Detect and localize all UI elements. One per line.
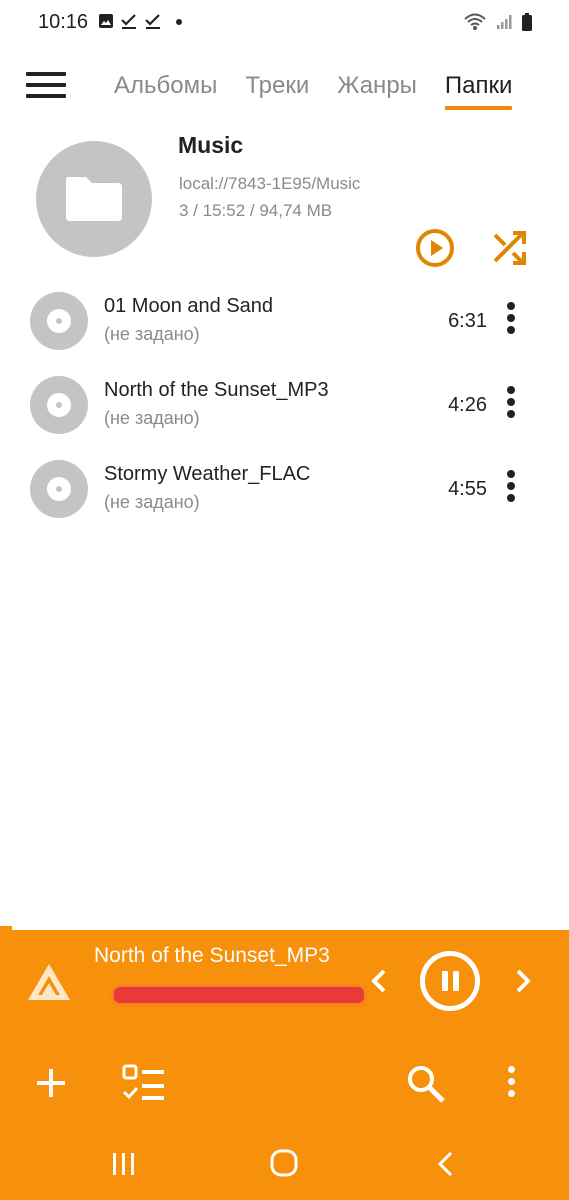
check-icon [121,14,136,29]
previous-button[interactable] [368,968,390,999]
track-title: 01 Moon and Sand [104,295,274,317]
disc-icon [30,460,88,518]
tab-tracks[interactable]: Треки [245,72,309,108]
now-playing-title[interactable]: North of the Sunset_MP3 [94,944,330,968]
disc-icon [30,376,88,434]
track-title: North of the Sunset_MP3 [104,379,329,401]
shuffle-icon [493,231,526,265]
battery-icon [522,13,532,31]
track-row[interactable]: Stormy Weather_FLAC (не задано) 4:55 [0,448,569,532]
track-more-icon[interactable] [500,386,522,426]
track-duration: 4:55 [448,478,487,500]
track-artist: (не задано) [104,324,200,344]
tab-genres[interactable]: Жанры [337,72,417,108]
shuffle-button[interactable] [489,227,531,269]
search-icon [408,1066,445,1103]
folder-icon [66,177,122,221]
player-more-icon[interactable] [504,1066,518,1106]
chevron-left-icon [371,969,386,993]
wifi-icon [464,13,486,30]
pause-button[interactable] [420,951,480,1011]
track-duration: 4:26 [448,394,487,416]
track-more-icon[interactable] [500,302,522,342]
checklist-icon [122,1064,164,1100]
track-row[interactable]: North of the Sunset_MP3 (не задано) 4:26 [0,364,569,448]
image-icon [99,14,113,28]
status-time: 10:16 [38,11,89,33]
signal-icon [497,15,512,29]
search-button[interactable] [406,1064,446,1109]
check-icon [145,14,160,29]
home-icon[interactable] [269,1148,299,1183]
top-toolbar: Альбомы Треки Жанры Папки [0,60,569,116]
track-more-icon[interactable] [500,470,522,510]
folder-stats: 3 / 15:52 / 94,74 MB [179,201,333,220]
play-circle-icon [416,229,454,267]
folder-path: local://7843-1E95/Music [179,174,361,193]
plus-icon [37,1069,65,1097]
chevron-right-icon [516,969,531,993]
queue-button[interactable] [122,1064,166,1109]
system-nav-bar [0,1128,569,1200]
recents-icon[interactable] [110,1150,138,1183]
tab-folders[interactable]: Папки [444,72,512,110]
status-notifications [98,12,186,30]
track-duration: 6:31 [448,310,487,332]
track-row[interactable]: 01 Moon and Sand (не задано) 6:31 [0,280,569,364]
dot-icon [176,19,182,25]
player-progress [0,926,12,930]
folder-title: Music [178,132,244,158]
track-artist: (не задано) [104,408,200,428]
track-list: 01 Moon and Sand (не задано) 6:31 North … [0,280,569,532]
hamburger-menu-icon[interactable] [26,70,66,100]
play-all-button[interactable] [414,227,456,269]
now-playing-artist-redacted [114,987,364,1003]
next-button[interactable] [512,968,534,999]
status-system-icons [463,12,533,32]
status-bar: 10:16 [0,0,569,46]
disc-icon [30,292,88,350]
add-button[interactable] [34,1066,68,1105]
track-artist: (не задано) [104,492,200,512]
folder-artwork [36,141,152,257]
library-tabs: Альбомы Треки Жанры Папки [114,72,540,110]
back-icon[interactable] [434,1150,458,1183]
tab-albums[interactable]: Альбомы [114,72,217,108]
app-logo-icon[interactable] [26,962,72,1007]
track-title: Stormy Weather_FLAC [104,463,311,485]
